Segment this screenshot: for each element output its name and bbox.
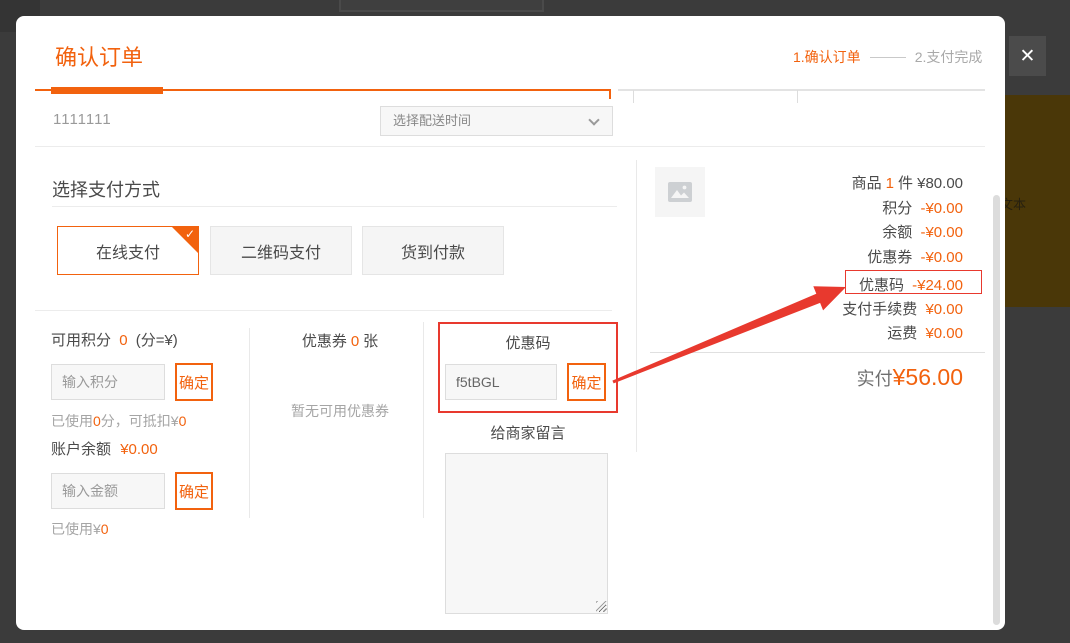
summary-row-value: ¥0.00 (925, 301, 963, 318)
step-confirm-order: 1.确认订单 (793, 47, 861, 67)
payment-method-cod[interactable]: 货到付款 (362, 226, 504, 275)
balance-confirm-label: 确定 (179, 481, 209, 502)
balance-used-text: 已使用¥0 (51, 519, 109, 539)
page: 文本 ✕ 确认订单 1.确认订单 2.支付完成 1111111 选择配送时间 选… (0, 0, 1070, 643)
summary-row-label: 优惠券 (867, 249, 912, 266)
total-label: 实付 (857, 369, 893, 389)
summary-row-coupon: 优惠券 -¥0.00 (650, 246, 963, 267)
table-column-tick (797, 90, 798, 103)
column-divider (636, 160, 637, 452)
balance-title: 账户余额 ¥0.00 (51, 438, 158, 459)
points-used-value: 0 (93, 413, 101, 429)
step-payment-complete: 2.支付完成 (915, 47, 983, 67)
merchant-message-label: 给商家留言 (438, 422, 618, 443)
coupon-empty-text: 暂无可用优惠券 (256, 401, 424, 421)
page-title: 确认订单 (55, 40, 143, 72)
coupon-unit: 张 (363, 333, 378, 350)
order-note-text: 1111111 (53, 111, 112, 128)
summary-row-value: -¥0.00 (920, 249, 963, 266)
chevron-down-icon (588, 114, 599, 125)
points-used-middle: 分，可抵扣¥ (101, 413, 179, 429)
promo-code-highlight-box (438, 322, 618, 413)
promo-discount-highlight-box (845, 270, 982, 294)
summary-row-value: ¥0.00 (925, 325, 963, 342)
summary-row-points: 积分 -¥0.00 (650, 197, 963, 218)
summary-row-value: -¥0.00 (920, 224, 963, 241)
summary-row-value: -¥0.00 (920, 200, 963, 217)
summary-item-amount: 件 ¥80.00 (898, 175, 963, 192)
background-side-panel: 文本 (1004, 95, 1070, 307)
payment-method-cod-label: 货到付款 (401, 239, 465, 263)
balance-amount: ¥0.00 (120, 441, 158, 458)
points-deductible-value: 0 (179, 413, 187, 429)
divider (650, 352, 985, 353)
summary-row-label: 支付手续费 (842, 301, 917, 318)
coupon-title: 优惠券0张 (256, 330, 424, 351)
summary-row-label: 余额 (882, 224, 912, 241)
column-divider (249, 328, 250, 518)
divider (35, 146, 985, 147)
points-confirm-label: 确定 (179, 372, 209, 393)
points-available-value: 0 (119, 332, 127, 349)
balance-used-prefix: 已使用¥ (51, 521, 101, 537)
divider (52, 206, 617, 207)
payment-method-online[interactable]: 在线支付 ✓ (57, 226, 199, 275)
balance-used-value: 0 (101, 521, 109, 537)
summary-item-qty: 1 (886, 175, 894, 192)
table-column-tick (633, 90, 634, 103)
delivery-time-select[interactable]: 选择配送时间 (380, 106, 613, 136)
coupon-label: 优惠券 (302, 333, 347, 350)
background-top-box (339, 0, 544, 12)
merchant-message-textarea[interactable] (445, 453, 608, 614)
points-label: 可用积分 (51, 332, 111, 349)
close-button[interactable]: ✕ (1009, 36, 1046, 76)
checkout-steps: 1.确认订单 2.支付完成 (793, 47, 982, 67)
check-icon: ✓ (185, 227, 195, 241)
steps-divider-line (870, 57, 906, 58)
balance-label: 账户余额 (51, 441, 111, 458)
delivery-time-select-label: 选择配送时间 (393, 113, 471, 128)
payment-section-heading: 选择支付方式 (52, 176, 160, 202)
points-unit-hint: (分=¥) (136, 332, 178, 349)
coupon-count: 0 (351, 333, 359, 350)
summary-row-balance: 余额 -¥0.00 (650, 221, 963, 242)
points-confirm-button[interactable]: 确定 (175, 363, 213, 401)
total-row: 实付¥56.00 (650, 364, 963, 391)
summary-item-label: 商品 (852, 175, 882, 192)
summary-row-fee: 支付手续费 ¥0.00 (650, 298, 963, 319)
points-used-prefix: 已使用 (51, 413, 93, 429)
summary-row-shipping: 运费 ¥0.00 (650, 322, 963, 343)
total-value: ¥56.00 (893, 364, 963, 390)
payment-method-qrcode-label: 二维码支付 (241, 239, 321, 263)
tab-underline-end-tick (609, 89, 611, 99)
payment-method-online-label: 在线支付 (96, 239, 160, 263)
balance-confirm-button[interactable]: 确定 (175, 472, 213, 510)
table-bottom-border (618, 89, 985, 91)
summary-row-label: 积分 (882, 200, 912, 217)
points-title: 可用积分 0 (分=¥) (51, 329, 178, 350)
points-input[interactable] (51, 364, 165, 400)
close-icon: ✕ (1020, 45, 1036, 68)
payment-method-qrcode[interactable]: 二维码支付 (210, 226, 352, 275)
summary-item-row: 商品1件 ¥80.00 (650, 172, 963, 193)
summary-row-label: 运费 (887, 325, 917, 342)
divider (35, 310, 612, 311)
active-tab-indicator (51, 87, 163, 94)
scrollbar-thumb[interactable] (993, 195, 1000, 625)
points-used-text: 已使用0分，可抵扣¥0 (51, 411, 186, 431)
balance-input[interactable] (51, 473, 165, 509)
